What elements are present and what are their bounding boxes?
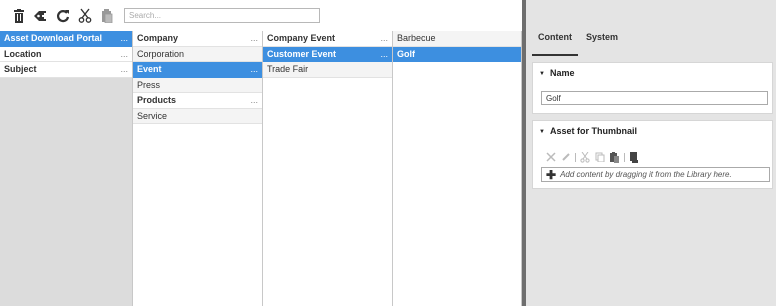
- column-item[interactable]: Barbecue: [393, 31, 521, 47]
- more-button[interactable]: ...: [380, 31, 388, 46]
- toolbar-divider: [624, 152, 625, 162]
- column-item[interactable]: Company Event ...: [263, 31, 392, 47]
- column-item-label: Subject: [4, 64, 37, 74]
- paste-icon[interactable]: [98, 7, 116, 25]
- column-item[interactable]: Products ...: [133, 93, 262, 109]
- remove-icon[interactable]: [545, 151, 557, 163]
- more-button[interactable]: ...: [120, 31, 128, 46]
- browser-column-1: Asset Download Portal ... Location ... S…: [0, 31, 133, 306]
- collapse-triangle-icon: ▼: [539, 71, 545, 77]
- column-item[interactable]: Golf: [393, 46, 521, 62]
- column-item[interactable]: Subject ...: [0, 62, 132, 78]
- search-input[interactable]: [124, 8, 320, 23]
- column-item-label: Location: [4, 48, 42, 59]
- tag-add-icon[interactable]: [32, 7, 50, 25]
- more-button[interactable]: ...: [120, 47, 128, 62]
- properties-panel: Content System ▼ Name ▼ Asset for Thumbnai…: [526, 0, 776, 306]
- paste-icon[interactable]: [609, 151, 621, 163]
- browser-column-2: Company ... Corporation Event ... Press …: [133, 31, 263, 306]
- column-item[interactable]: Corporation: [133, 46, 262, 62]
- toolbar-divider: [575, 152, 576, 162]
- column-item-label: Products: [137, 95, 177, 105]
- collapse-triangle-icon: ▼: [539, 129, 545, 135]
- cut-icon[interactable]: [579, 151, 591, 163]
- column-item[interactable]: Customer Event ...: [263, 46, 392, 62]
- trash-icon[interactable]: [10, 7, 28, 25]
- column-item-label: Golf: [397, 48, 415, 59]
- tab-bar: Content System: [526, 0, 776, 56]
- column-item[interactable]: Event ...: [133, 62, 262, 78]
- more-button[interactable]: ...: [120, 62, 128, 77]
- toolbar: [0, 0, 525, 31]
- column-item-label: Trade Fair: [267, 64, 309, 74]
- more-button[interactable]: ...: [380, 47, 388, 62]
- name-section-header[interactable]: ▼ Name: [533, 63, 772, 83]
- thumbnail-section: ▼ Asset for Thumbnail ✚ Add content by d…: [532, 120, 773, 189]
- column-item[interactable]: Service: [133, 108, 262, 124]
- browser-column-4: Barbecue Golf: [393, 31, 522, 306]
- thumbnail-dropzone[interactable]: ✚ Add content by dragging it from the Li…: [541, 167, 770, 182]
- thumbnail-toolbar: [545, 151, 643, 163]
- browser-column-3: Company Event ... Customer Event ... Tra…: [263, 31, 393, 306]
- column-item[interactable]: Company ...: [133, 31, 262, 47]
- more-button[interactable]: ...: [250, 31, 258, 46]
- edit-icon[interactable]: [560, 151, 572, 163]
- column-item-label: Asset Download Portal: [4, 33, 103, 43]
- more-button[interactable]: ...: [250, 62, 258, 77]
- column-item[interactable]: Asset Download Portal ...: [0, 31, 132, 47]
- dropzone-hint: Add content by dragging it from the Libr…: [560, 170, 732, 179]
- column-item-label: Corporation: [137, 48, 185, 59]
- name-field[interactable]: [541, 91, 768, 105]
- tab-content[interactable]: Content: [532, 32, 578, 56]
- column-item[interactable]: Trade Fair: [263, 62, 392, 78]
- name-section: ▼ Name: [532, 62, 773, 114]
- more-button[interactable]: ...: [250, 93, 258, 108]
- column-item-label: Service: [137, 110, 168, 121]
- copy-icon[interactable]: [594, 151, 606, 163]
- library-icon[interactable]: [628, 151, 640, 163]
- column-item[interactable]: Press: [133, 77, 262, 93]
- column-item-label: Customer Event: [267, 48, 337, 59]
- column-item-label: Barbecue: [397, 33, 436, 43]
- column-item-label: Company: [137, 33, 179, 43]
- cut-icon[interactable]: [76, 7, 94, 25]
- plus-icon: ✚: [546, 167, 557, 182]
- section-title: Asset for Thumbnail: [549, 126, 637, 136]
- column-item-label: Company Event: [267, 33, 336, 43]
- tab-system[interactable]: System: [580, 32, 624, 56]
- section-title: Name: [549, 68, 575, 78]
- column-item-label: Event: [137, 64, 162, 74]
- column-item-label: Press: [137, 79, 161, 90]
- column-item[interactable]: Location ...: [0, 46, 132, 62]
- thumbnail-section-header[interactable]: ▼ Asset for Thumbnail: [533, 121, 772, 141]
- refresh-icon[interactable]: [54, 7, 72, 25]
